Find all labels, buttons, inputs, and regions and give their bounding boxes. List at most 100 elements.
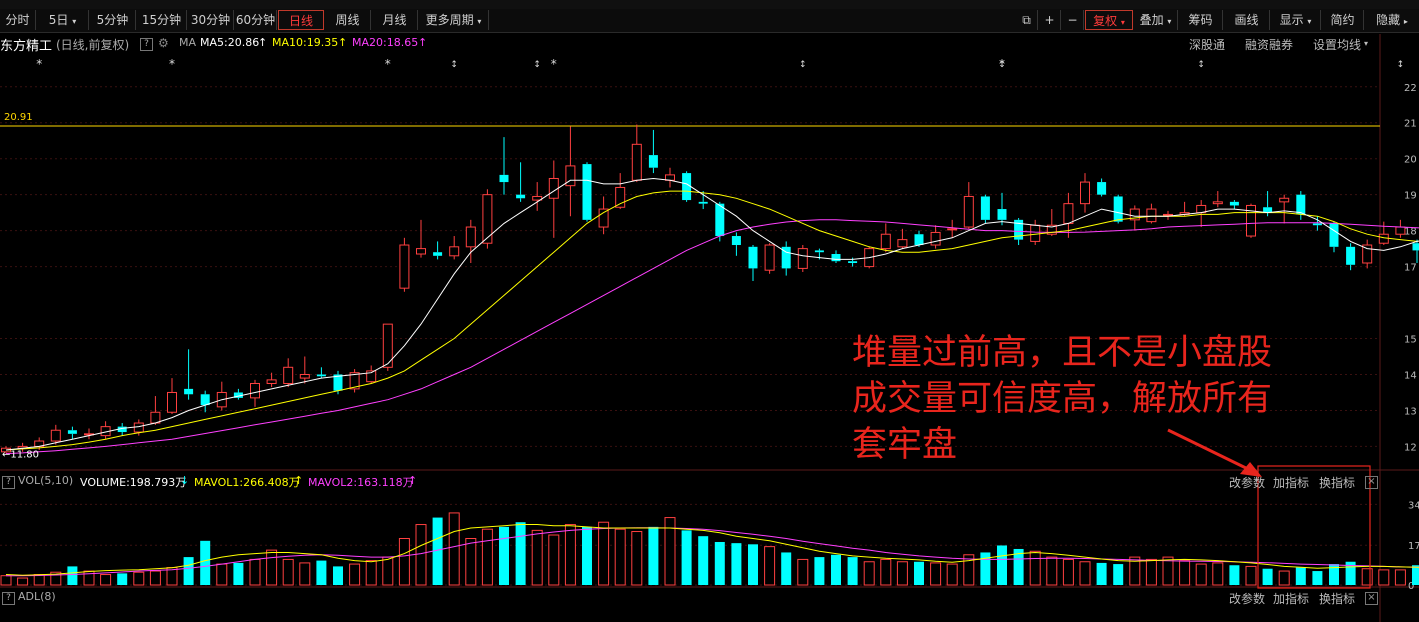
candle-body	[1063, 203, 1074, 224]
candle-body	[1279, 197, 1290, 203]
volume-bar	[831, 554, 841, 585]
candle-body	[449, 246, 460, 257]
candle-body	[797, 248, 808, 269]
candle-body	[1163, 213, 1173, 216]
adl-info-bar: ? ADL(8) 改参数 加指标 换指标 ×	[0, 588, 1380, 608]
arrow-up-icon: ↑	[338, 36, 348, 49]
adl-add-indicator[interactable]: 加指标	[1273, 590, 1309, 607]
volume-bar	[797, 558, 809, 586]
price-tick-label: 12	[1404, 442, 1417, 453]
volume-bar	[333, 566, 343, 585]
event-marker: ↕	[998, 60, 1006, 70]
link-margin[interactable]: 融资融券	[1245, 36, 1293, 53]
volume-bar	[398, 538, 410, 586]
volume-bar	[681, 530, 692, 585]
help-icon[interactable]: ?	[140, 38, 153, 51]
volume-bar	[531, 529, 543, 586]
price-tick-label: 19	[1404, 191, 1417, 202]
candle-body	[831, 254, 841, 262]
candle-body	[1097, 182, 1107, 195]
volume-bar	[481, 528, 493, 586]
candle-body	[1329, 223, 1339, 247]
adl-change-params[interactable]: 改参数	[1229, 590, 1265, 607]
candle-body	[548, 177, 559, 199]
help-icon[interactable]: ?	[2, 592, 15, 605]
volume-bar	[698, 536, 709, 585]
mavol2-value: MAVOL2:163.118万	[308, 476, 414, 489]
arrow-up-icon: ↑	[258, 36, 268, 49]
event-marker: ↕	[799, 60, 807, 70]
candle-body	[67, 430, 77, 434]
candle-body	[1395, 226, 1406, 235]
candle-body	[399, 244, 410, 289]
candle-body	[1229, 201, 1239, 206]
volume-bar	[1278, 570, 1290, 586]
candle-body	[1030, 224, 1041, 242]
volume-bar	[365, 560, 377, 586]
price-tick-label: 17	[1404, 263, 1417, 274]
candle-body	[1146, 208, 1157, 223]
candle-body	[266, 379, 277, 384]
volume-bar	[1046, 556, 1058, 586]
close-icon[interactable]: ×	[1365, 592, 1378, 605]
link-set-ma[interactable]: 设置均线	[1313, 36, 1361, 53]
event-marker: ↕	[1397, 60, 1405, 70]
adl-switch-indicator[interactable]: 换指标	[1319, 590, 1355, 607]
ma-label: MA	[179, 36, 197, 49]
help-icon[interactable]: ?	[2, 476, 15, 489]
vol-switch-indicator[interactable]: 换指标	[1319, 474, 1355, 491]
event-marker: *	[169, 57, 175, 71]
volume-bar	[448, 512, 460, 586]
volume-bar	[1361, 568, 1373, 586]
volume-bar	[1113, 564, 1124, 585]
candle-body	[930, 231, 941, 246]
low-price-label: ←11.80	[2, 450, 39, 461]
volume-bar	[814, 557, 825, 585]
volume-bar	[880, 558, 892, 586]
volume-bar	[299, 562, 311, 586]
volume-tick-label: 171	[1408, 541, 1419, 552]
candle-body	[698, 201, 708, 204]
price-tick-label: 13	[1404, 406, 1417, 417]
volume-bar	[930, 562, 942, 586]
vol-indicator-name: VOL(5,10)	[18, 474, 74, 487]
candle-body	[598, 208, 609, 228]
event-marker: *	[551, 57, 557, 71]
volume-bar	[614, 528, 626, 586]
volume-bar	[216, 563, 228, 586]
volume-bar	[764, 546, 776, 586]
volume-bar	[648, 526, 659, 585]
volume-bar	[1195, 563, 1207, 586]
volume-bar	[548, 534, 560, 586]
link-hk-connect[interactable]: 深股通	[1189, 36, 1225, 53]
candle-body	[283, 366, 294, 384]
volume-bar	[316, 560, 327, 585]
volume-bar	[863, 561, 875, 586]
candle-body	[50, 429, 61, 442]
volume-bar	[200, 540, 211, 585]
arrow-down-icon: ↓	[180, 474, 190, 487]
candle-body	[1312, 223, 1322, 226]
candle-body	[465, 226, 476, 248]
candle-body	[1412, 243, 1419, 251]
candle-body	[1296, 194, 1306, 215]
annotation-text: 堆量过前高，且不是小盘股 成交量可信度高，解放所有 套牢盘	[852, 330, 1372, 468]
candle-body	[715, 203, 725, 237]
candle-body	[980, 196, 990, 220]
volume-bar	[1179, 560, 1191, 586]
candle-body	[150, 411, 161, 424]
candle-body	[764, 244, 775, 271]
chart-canvas[interactable]: 22212019181715141312******↕↕↕↕↕↕20.9122.…	[0, 0, 1419, 622]
vol-add-indicator[interactable]: 加指标	[1273, 474, 1309, 491]
gear-icon[interactable]: ⚙	[158, 36, 169, 50]
price-tick-label: 14	[1404, 370, 1417, 381]
vol-change-params[interactable]: 改参数	[1229, 474, 1265, 491]
candle-body	[416, 248, 426, 255]
candle-body	[748, 246, 758, 269]
volume-bar	[1062, 558, 1074, 586]
candle-body	[631, 143, 642, 181]
volume-bar	[781, 552, 792, 585]
volume-bar	[233, 562, 244, 585]
close-icon[interactable]: ×	[1365, 476, 1378, 489]
arrow-up-icon: ↑	[294, 474, 304, 487]
